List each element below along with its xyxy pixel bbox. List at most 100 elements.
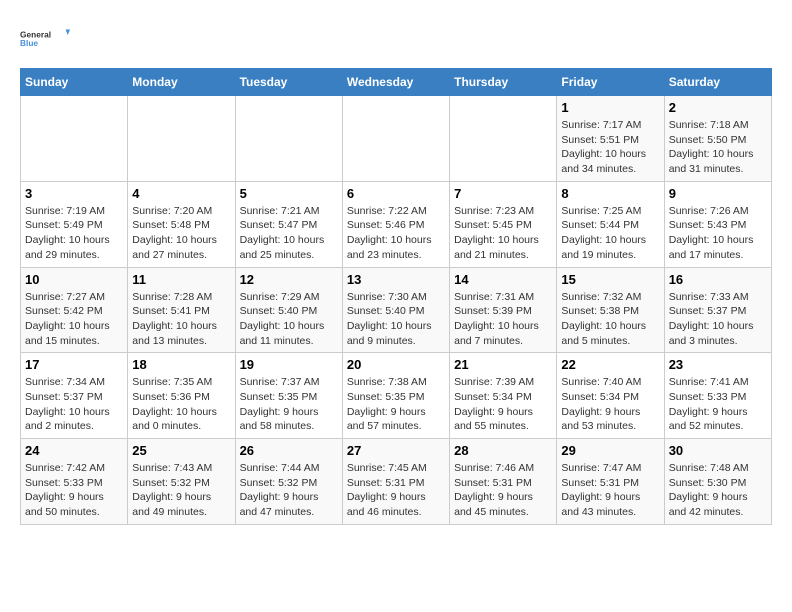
calendar-cell: 20 Sunrise: 7:38 AMSunset: 5:35 PMDayligh… [342, 353, 449, 439]
calendar-cell [21, 96, 128, 182]
calendar-cell [450, 96, 557, 182]
day-info: Sunrise: 7:30 AMSunset: 5:40 PMDaylight:… [347, 290, 445, 349]
day-number: 1 [561, 100, 659, 115]
day-info: Sunrise: 7:31 AMSunset: 5:39 PMDaylight:… [454, 290, 552, 349]
calendar-cell: 1 Sunrise: 7:17 AMSunset: 5:51 PMDaylight… [557, 96, 664, 182]
day-info: Sunrise: 7:32 AMSunset: 5:38 PMDaylight:… [561, 290, 659, 349]
day-info: Sunrise: 7:45 AMSunset: 5:31 PMDaylight:… [347, 461, 445, 520]
calendar-cell: 28 Sunrise: 7:46 AMSunset: 5:31 PMDayligh… [450, 439, 557, 525]
day-number: 13 [347, 272, 445, 287]
page-header: General Blue [20, 20, 772, 58]
calendar-cell: 19Sunrise: 7:37 AMSunset: 5:35 PMDayligh… [235, 353, 342, 439]
day-number: 11 [132, 272, 230, 287]
calendar-table: SundayMondayTuesdayWednesdayThursdayFrid… [20, 68, 772, 525]
day-info: Sunrise: 7:22 AMSunset: 5:46 PMDaylight:… [347, 204, 445, 263]
day-info: Sunrise: 7:19 AMSunset: 5:49 PMDaylight:… [25, 204, 123, 263]
day-info: Sunrise: 7:29 AMSunset: 5:40 PMDaylight:… [240, 290, 338, 349]
day-number: 20 [347, 357, 445, 372]
calendar-cell: 29 Sunrise: 7:47 AMSunset: 5:31 PMDayligh… [557, 439, 664, 525]
day-number: 18 [132, 357, 230, 372]
calendar-cell: 22 Sunrise: 7:40 AMSunset: 5:34 PMDayligh… [557, 353, 664, 439]
day-number: 22 [561, 357, 659, 372]
calendar-cell: 25 Sunrise: 7:43 AMSunset: 5:32 PMDayligh… [128, 439, 235, 525]
day-info: Sunrise: 7:28 AMSunset: 5:41 PMDaylight:… [132, 290, 230, 349]
day-info: Sunrise: 7:47 AMSunset: 5:31 PMDaylight:… [561, 461, 659, 520]
calendar-cell: 27 Sunrise: 7:45 AMSunset: 5:31 PMDayligh… [342, 439, 449, 525]
day-info: Sunrise: 7:34 AMSunset: 5:37 PMDaylight:… [25, 375, 123, 434]
calendar-cell: 24Sunrise: 7:42 AMSunset: 5:33 PMDayligh… [21, 439, 128, 525]
day-info: Sunrise: 7:40 AMSunset: 5:34 PMDaylight:… [561, 375, 659, 434]
calendar-cell: 3 Sunrise: 7:19 AMSunset: 5:49 PMDaylight… [21, 181, 128, 267]
day-number: 5 [240, 186, 338, 201]
day-number: 7 [454, 186, 552, 201]
day-info: Sunrise: 7:35 AMSunset: 5:36 PMDaylight:… [132, 375, 230, 434]
weekday-header-wednesday: Wednesday [342, 69, 449, 96]
calendar-cell: 10Sunrise: 7:27 AMSunset: 5:42 PMDayligh… [21, 267, 128, 353]
calendar-cell: 7 Sunrise: 7:23 AMSunset: 5:45 PMDaylight… [450, 181, 557, 267]
day-info: Sunrise: 7:44 AMSunset: 5:32 PMDaylight:… [240, 461, 338, 520]
day-info: Sunrise: 7:43 AMSunset: 5:32 PMDaylight:… [132, 461, 230, 520]
day-number: 9 [669, 186, 767, 201]
logo: General Blue [20, 20, 70, 58]
calendar-cell: 21 Sunrise: 7:39 AMSunset: 5:34 PMDayligh… [450, 353, 557, 439]
day-info: Sunrise: 7:37 AMSunset: 5:35 PMDaylight:… [240, 375, 338, 434]
calendar-cell: 5 Sunrise: 7:21 AMSunset: 5:47 PMDaylight… [235, 181, 342, 267]
calendar-week-row: 24Sunrise: 7:42 AMSunset: 5:33 PMDayligh… [21, 439, 772, 525]
calendar-cell: 23 Sunrise: 7:41 AMSunset: 5:33 PMDayligh… [664, 353, 771, 439]
weekday-header-monday: Monday [128, 69, 235, 96]
svg-text:Blue: Blue [20, 38, 38, 48]
day-info: Sunrise: 7:18 AMSunset: 5:50 PMDaylight:… [669, 118, 767, 177]
day-number: 29 [561, 443, 659, 458]
calendar-cell: 13 Sunrise: 7:30 AMSunset: 5:40 PMDayligh… [342, 267, 449, 353]
calendar-cell: 18 Sunrise: 7:35 AMSunset: 5:36 PMDayligh… [128, 353, 235, 439]
day-info: Sunrise: 7:25 AMSunset: 5:44 PMDaylight:… [561, 204, 659, 263]
calendar-week-row: 10Sunrise: 7:27 AMSunset: 5:42 PMDayligh… [21, 267, 772, 353]
weekday-header-friday: Friday [557, 69, 664, 96]
calendar-cell [235, 96, 342, 182]
calendar-cell: 14 Sunrise: 7:31 AMSunset: 5:39 PMDayligh… [450, 267, 557, 353]
day-info: Sunrise: 7:46 AMSunset: 5:31 PMDaylight:… [454, 461, 552, 520]
day-info: Sunrise: 7:39 AMSunset: 5:34 PMDaylight:… [454, 375, 552, 434]
day-info: Sunrise: 7:23 AMSunset: 5:45 PMDaylight:… [454, 204, 552, 263]
day-info: Sunrise: 7:21 AMSunset: 5:47 PMDaylight:… [240, 204, 338, 263]
weekday-header-tuesday: Tuesday [235, 69, 342, 96]
weekday-header-sunday: Sunday [21, 69, 128, 96]
calendar-cell: 2Sunrise: 7:18 AMSunset: 5:50 PMDaylight… [664, 96, 771, 182]
day-number: 12 [240, 272, 338, 287]
calendar-cell: 6Sunrise: 7:22 AMSunset: 5:46 PMDaylight… [342, 181, 449, 267]
calendar-week-row: 17 Sunrise: 7:34 AMSunset: 5:37 PMDayligh… [21, 353, 772, 439]
calendar-cell: 16 Sunrise: 7:33 AMSunset: 5:37 PMDayligh… [664, 267, 771, 353]
day-number: 4 [132, 186, 230, 201]
day-number: 30 [669, 443, 767, 458]
day-info: Sunrise: 7:17 AMSunset: 5:51 PMDaylight:… [561, 118, 659, 177]
day-number: 23 [669, 357, 767, 372]
day-number: 14 [454, 272, 552, 287]
day-number: 3 [25, 186, 123, 201]
day-number: 21 [454, 357, 552, 372]
day-number: 27 [347, 443, 445, 458]
weekday-header-saturday: Saturday [664, 69, 771, 96]
day-number: 10 [25, 272, 123, 287]
day-info: Sunrise: 7:48 AMSunset: 5:30 PMDaylight:… [669, 461, 767, 520]
day-number: 26 [240, 443, 338, 458]
day-number: 15 [561, 272, 659, 287]
calendar-week-row: 1 Sunrise: 7:17 AMSunset: 5:51 PMDaylight… [21, 96, 772, 182]
weekday-header-thursday: Thursday [450, 69, 557, 96]
day-info: Sunrise: 7:33 AMSunset: 5:37 PMDaylight:… [669, 290, 767, 349]
calendar-cell: 8 Sunrise: 7:25 AMSunset: 5:44 PMDaylight… [557, 181, 664, 267]
calendar-week-row: 3 Sunrise: 7:19 AMSunset: 5:49 PMDaylight… [21, 181, 772, 267]
day-number: 8 [561, 186, 659, 201]
calendar-cell: 30 Sunrise: 7:48 AMSunset: 5:30 PMDayligh… [664, 439, 771, 525]
day-info: Sunrise: 7:38 AMSunset: 5:35 PMDaylight:… [347, 375, 445, 434]
calendar-cell: 26 Sunrise: 7:44 AMSunset: 5:32 PMDayligh… [235, 439, 342, 525]
day-number: 25 [132, 443, 230, 458]
day-info: Sunrise: 7:41 AMSunset: 5:33 PMDaylight:… [669, 375, 767, 434]
logo-svg: General Blue [20, 20, 70, 58]
day-number: 16 [669, 272, 767, 287]
calendar-cell [128, 96, 235, 182]
day-number: 28 [454, 443, 552, 458]
calendar-cell: 11 Sunrise: 7:28 AMSunset: 5:41 PMDayligh… [128, 267, 235, 353]
calendar-cell: 9 Sunrise: 7:26 AMSunset: 5:43 PMDaylight… [664, 181, 771, 267]
day-info: Sunrise: 7:26 AMSunset: 5:43 PMDaylight:… [669, 204, 767, 263]
day-number: 17 [25, 357, 123, 372]
